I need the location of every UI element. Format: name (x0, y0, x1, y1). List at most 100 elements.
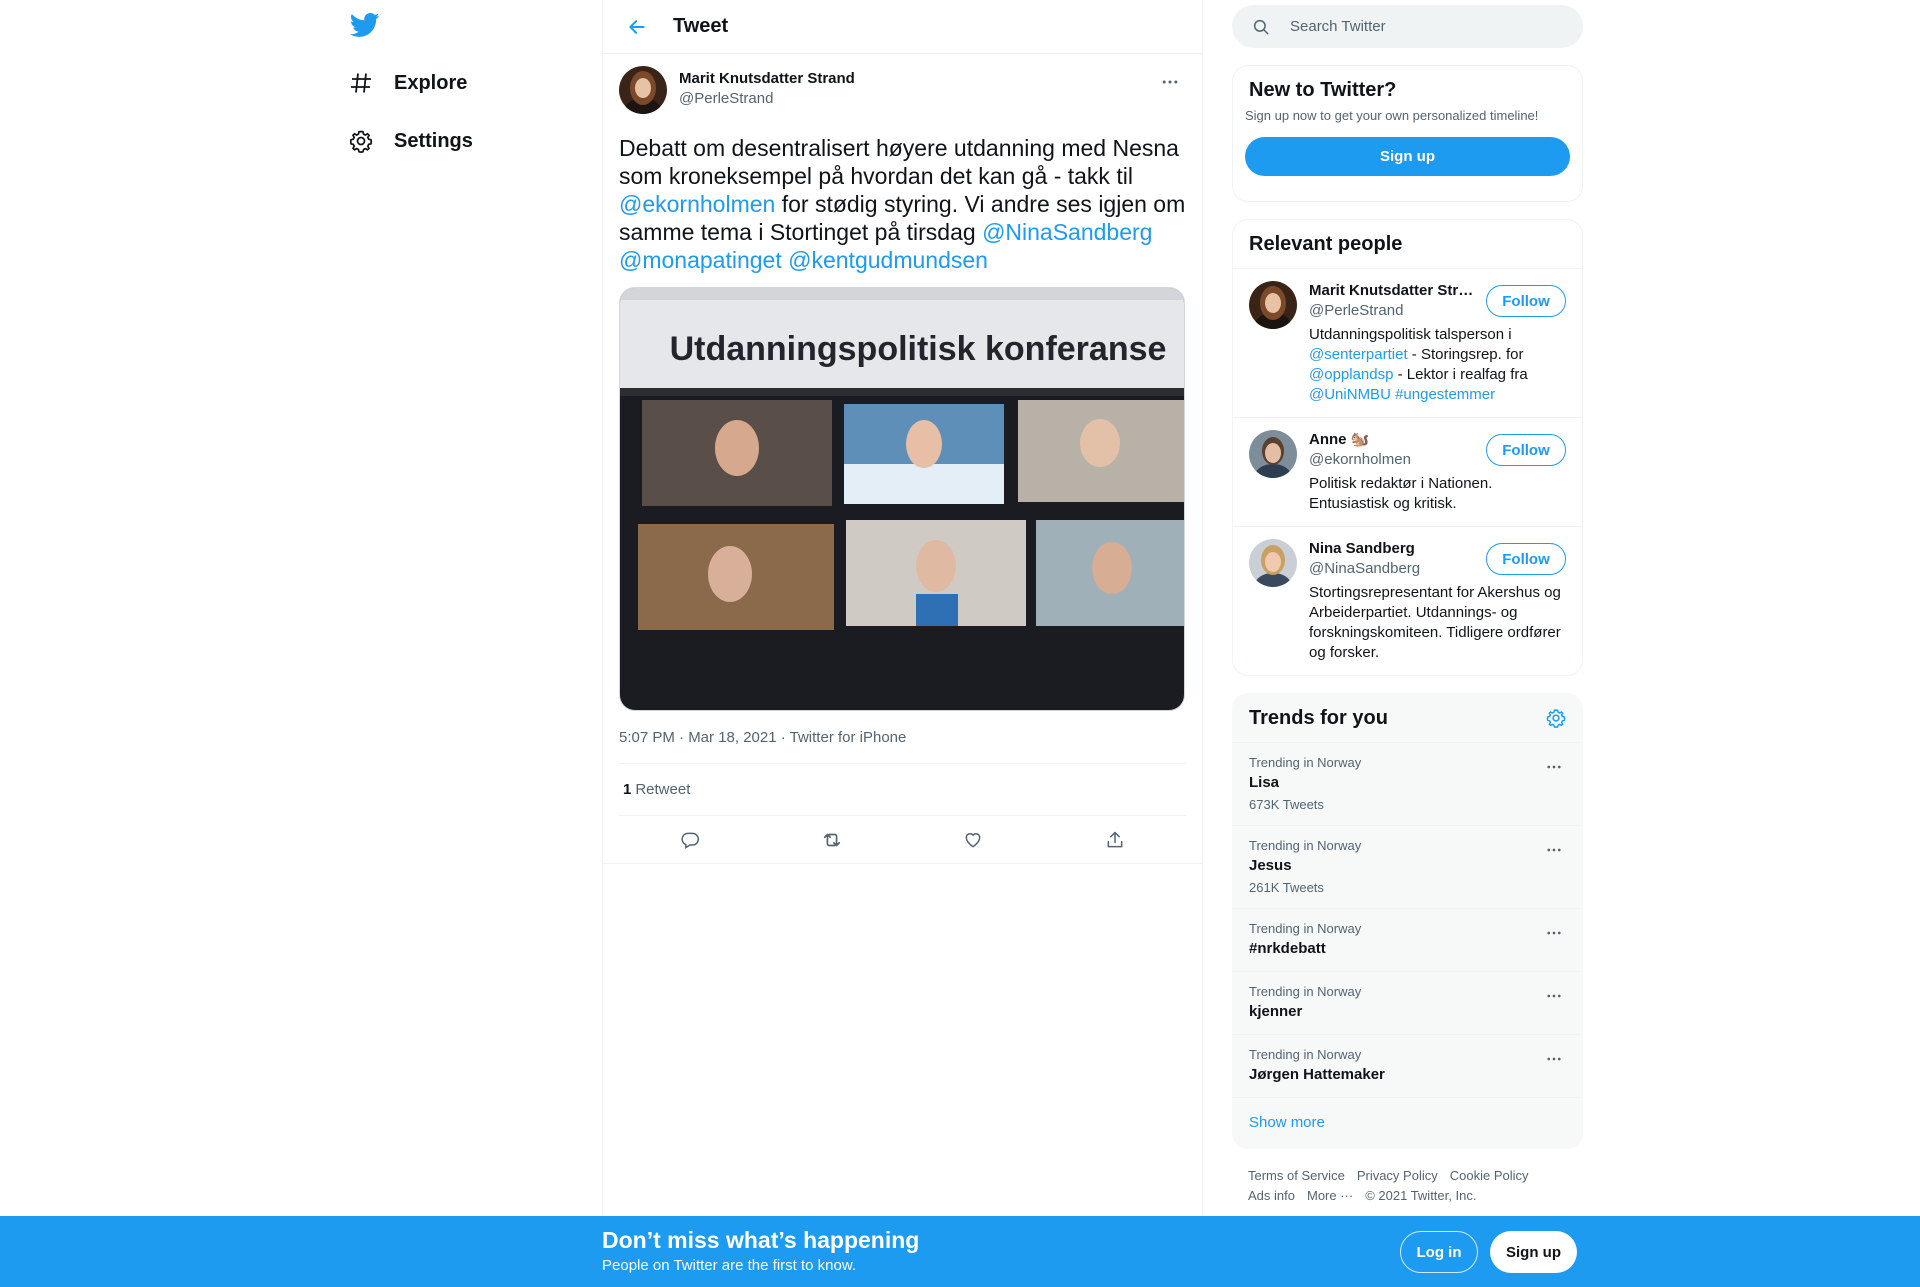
person-name[interactable]: Marit Knutsdatter Strand (1309, 281, 1479, 301)
nav-item-explore[interactable]: Explore (348, 59, 467, 107)
show-more-link[interactable]: Show more (1233, 1097, 1582, 1147)
more-options-icon[interactable] (1542, 755, 1566, 779)
person-item[interactable]: Marit Knutsdatter Strand @PerleStrand Ut… (1233, 268, 1582, 417)
footer-link-privacy[interactable]: Privacy Policy (1357, 1166, 1438, 1186)
media-title: Utdanningspolitisk konferanse (670, 330, 1167, 368)
tweet: Marit Knutsdatter Strand @PerleStrand De… (603, 54, 1202, 864)
person-name[interactable]: Anne 🐿️ (1309, 430, 1479, 450)
person-bio: Stortingsrepresentant for Akershus og Ar… (1309, 584, 1561, 661)
tweet-stats[interactable]: 1 Retweet (619, 764, 1186, 816)
person-name[interactable]: Nina Sandberg (1309, 539, 1479, 559)
signup-button[interactable]: Sign up (1245, 137, 1570, 176)
search-icon (1252, 17, 1272, 37)
signup-button[interactable]: Sign up (1490, 1231, 1577, 1273)
page-title: Tweet (673, 15, 729, 37)
more-options-icon[interactable] (1542, 921, 1566, 945)
trend-name: Lisa (1249, 774, 1280, 791)
trend-context: Trending in Norway (1249, 1047, 1362, 1062)
person-item[interactable]: Anne 🐿️ @ekornholmen Politisk redaktør i… (1233, 417, 1582, 526)
tweet-media-image[interactable]: Utdanningspolitisk konferanse (619, 287, 1185, 711)
trend-item[interactable]: Trending in Norway Lisa 673K Tweets (1233, 742, 1582, 825)
person-item[interactable]: Nina Sandberg @NinaSandberg Stortingsrep… (1233, 526, 1582, 675)
trend-name: Jørgen Hattemaker (1249, 1066, 1385, 1083)
trend-name: Jesus (1249, 857, 1292, 874)
share-icon[interactable] (1097, 822, 1133, 858)
trend-name: kjenner (1249, 1003, 1303, 1020)
more-options-icon[interactable] (1542, 1047, 1566, 1071)
trends-card: Trends for you Trending in Norway Lisa 6… (1232, 693, 1583, 1149)
mention-link[interactable]: @opplandsp (1309, 366, 1393, 383)
avatar[interactable] (1249, 430, 1297, 478)
tweet-meta: 5:07 PM · Mar 18, 2021 · Twitter for iPh… (619, 728, 1186, 764)
bio-text: Utdanningspolitisk talsperson i (1309, 326, 1512, 343)
nav-item-label: Settings (394, 129, 473, 152)
avatar[interactable] (1249, 539, 1297, 587)
follow-button[interactable]: Follow (1486, 285, 1566, 317)
bottom-signup-bar: Don’t miss what’s happening People on Tw… (0, 1216, 1920, 1287)
tweet-text-part: Debatt om desentralisert høyere utdannin… (619, 135, 1179, 189)
tweet-author: Marit Knutsdatter Strand @PerleStrand (619, 66, 1186, 116)
trend-item[interactable]: Trending in Norway Jesus 261K Tweets (1233, 825, 1582, 908)
trend-count: 673K Tweets (1249, 797, 1324, 812)
nav-item-settings[interactable]: Settings (348, 117, 473, 165)
author-handle[interactable]: @PerleStrand (679, 89, 855, 109)
gear-icon (348, 128, 374, 154)
bottom-bar-subtitle: People on Twitter are the first to know. (602, 1257, 857, 1274)
copyright: © 2021 Twitter, Inc. (1365, 1188, 1477, 1203)
trend-item[interactable]: Trending in Norway kjenner (1233, 971, 1582, 1034)
reply-icon[interactable] (672, 822, 708, 858)
trend-context: Trending in Norway (1249, 921, 1362, 936)
trend-context: Trending in Norway (1249, 755, 1362, 770)
footer-link-terms[interactable]: Terms of Service (1248, 1166, 1345, 1186)
hashtag-link[interactable]: #ungestemmer (1395, 386, 1495, 403)
more-options-icon[interactable] (1542, 984, 1566, 1008)
more-options-icon[interactable] (1154, 66, 1186, 98)
tweet-actions (603, 816, 1202, 864)
mention-link[interactable]: @ekornholmen (619, 191, 775, 217)
login-button[interactable]: Log in (1400, 1231, 1478, 1273)
avatar[interactable] (619, 66, 667, 114)
trend-item[interactable]: Trending in Norway Jørgen Hattemaker (1233, 1034, 1582, 1097)
new-to-twitter-card: New to Twitter? Sign up now to get your … (1232, 65, 1583, 202)
card-title: Trends for you (1233, 694, 1582, 742)
nav-item-label: Explore (394, 71, 468, 94)
avatar[interactable] (1249, 281, 1297, 329)
card-title: Relevant people (1249, 233, 1403, 255)
follow-button[interactable]: Follow (1486, 434, 1566, 466)
more-options-icon[interactable] (1542, 838, 1566, 862)
author-name[interactable]: Marit Knutsdatter Strand (679, 69, 855, 89)
trend-item[interactable]: Trending in Norway #nrkdebatt (1233, 908, 1582, 971)
relevant-people-card: Relevant people Marit Knutsdatter Strand… (1232, 219, 1583, 676)
retweet-label: Retweet (635, 781, 691, 798)
twitter-logo-icon[interactable] (349, 10, 382, 42)
mention-link[interactable]: @senterpartiet (1309, 346, 1408, 363)
mention-link[interactable]: @UniNMBU (1309, 386, 1391, 403)
back-arrow-icon[interactable] (623, 13, 651, 41)
footer: Terms of Service Privacy Policy Cookie Pol… (1232, 1166, 1583, 1206)
trend-name: #nrkdebatt (1249, 940, 1326, 957)
footer-link-cookie[interactable]: Cookie Policy (1450, 1166, 1529, 1186)
bio-text: - Lektor i realfag fra (1393, 366, 1528, 383)
footer-link-ads[interactable]: Ads info (1248, 1186, 1295, 1206)
gear-icon[interactable] (1546, 708, 1566, 734)
trends-title: Trends for you (1249, 707, 1388, 729)
bio-text: - Storingsrep. for (1407, 346, 1524, 363)
footer-link-more[interactable]: More ··· (1307, 1186, 1353, 1206)
retweet-count: 1 (623, 781, 632, 798)
search-box[interactable] (1232, 5, 1583, 48)
search-input[interactable] (1290, 18, 1550, 35)
person-bio: Utdanningspolitisk talsperson i @senterp… (1309, 325, 1566, 405)
like-icon[interactable] (955, 822, 991, 858)
main-header: Tweet (603, 0, 1202, 54)
hashtag-icon (348, 70, 374, 96)
person-bio: Politisk redaktør i Nationen. Entusiasti… (1309, 475, 1493, 512)
retweet-icon[interactable] (814, 822, 850, 858)
mention-link[interactable]: @NinaSandberg (982, 219, 1152, 245)
main-column: Tweet Marit Knutsdatter Strand @PerleStr… (602, 0, 1203, 1287)
card-title: New to Twitter? (1249, 79, 1397, 101)
mention-link[interactable]: @monapatinget (619, 247, 782, 273)
trend-context: Trending in Norway (1249, 838, 1362, 853)
follow-button[interactable]: Follow (1486, 543, 1566, 575)
mention-link[interactable]: @kentgudmundsen (788, 247, 988, 273)
card-subtitle: Sign up now to get your own personalized… (1245, 108, 1539, 123)
